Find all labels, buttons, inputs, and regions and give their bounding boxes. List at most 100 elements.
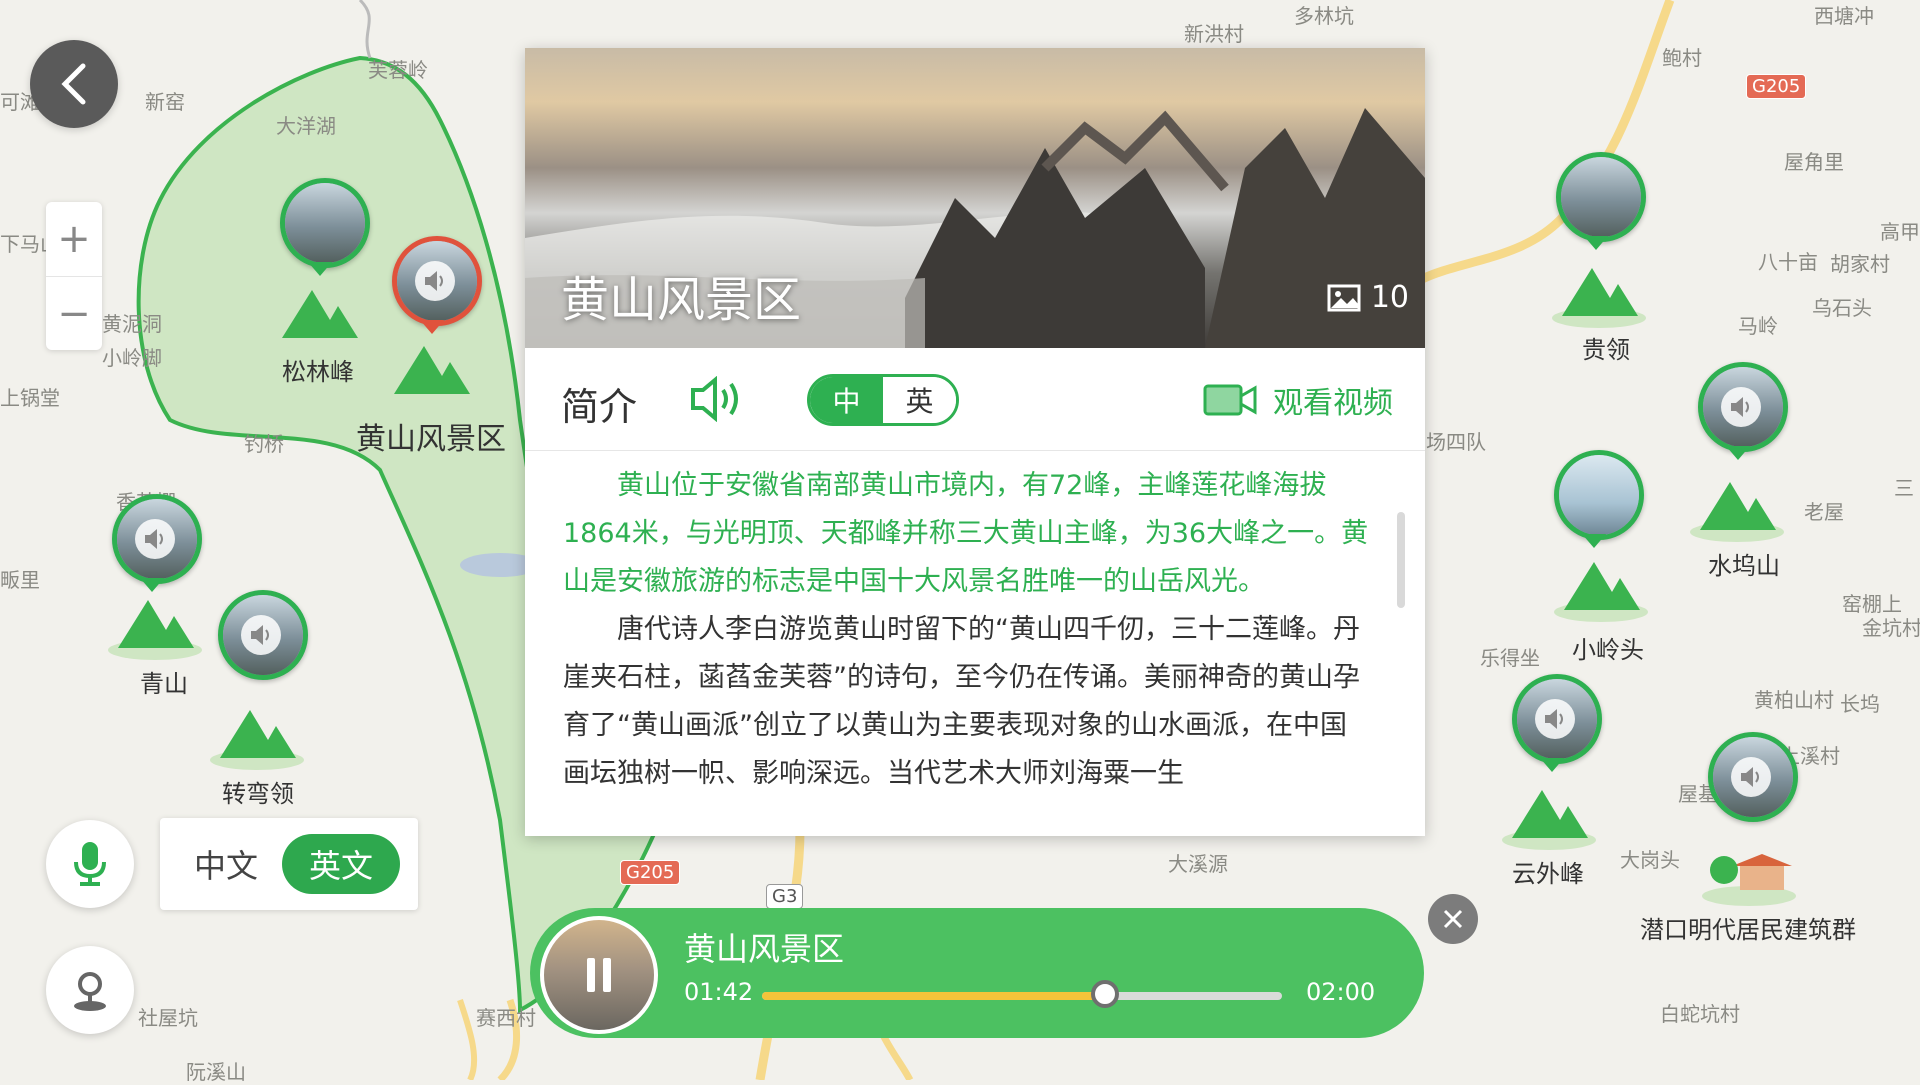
intro-header: 简介 中 英 观看视频 [525,348,1425,451]
intro-paragraph-highlight: 黄山位于安徽省南部黄山市境内，有72峰，主峰莲花峰海拔1864米，与光明顶、天都… [563,470,1369,597]
map-label: 八十亩 [1758,250,1818,274]
map-label: 大洋湖 [276,114,336,138]
player-thumbnail[interactable] [540,916,658,1034]
scenic-title: 黄山风景区 [561,272,802,328]
map-label: 金坑村 [1862,616,1920,640]
progress-bar[interactable] [762,980,1282,1008]
map-label: 新窑 [145,90,185,114]
poi-audio-marker[interactable] [112,494,202,584]
poi-audio-marker[interactable] [1708,732,1798,822]
poi-label: 转弯领 [222,780,294,808]
road-shield: G205 [1746,74,1807,99]
poi-label: 黄山风景区 [356,422,506,457]
watch-video-button[interactable]: 观看视频 [1203,378,1393,422]
poi-photo-marker[interactable] [280,178,370,268]
map-label: 芙蓉岭 [368,58,428,82]
lang-english[interactable]: 英 [883,377,956,423]
building-icon [1702,854,1796,906]
map-label: 老屋 [1804,500,1844,524]
back-button[interactable] [30,40,118,128]
pause-icon[interactable] [587,958,611,992]
microphone-icon [74,842,106,886]
speaker-icon [135,519,175,559]
map-label: 屋角里 [1784,150,1844,174]
map-label: 新洪村 [1184,22,1244,46]
mountain-icon [210,710,304,770]
hero-image[interactable]: 黄山风景区 10 [525,48,1425,348]
map-label: 三 [1894,476,1914,500]
pin-tip [1726,446,1750,460]
poi-label: 贵领 [1582,336,1630,364]
map-label: 小岭脚 [102,346,162,370]
poi-label: 青山 [140,670,188,698]
zoom-control: + − [46,202,102,350]
lang-option-english[interactable]: 英文 [282,834,401,894]
map-label: 赛西村 [476,1006,536,1030]
pin-tip [308,262,332,276]
photo-gallery-button[interactable]: 10 [1327,280,1409,315]
map-label: 社屋坑 [138,1006,198,1030]
poi-label: 水坞山 [1708,552,1780,580]
image-icon [1327,284,1361,311]
map-label: 阮溪山 [186,1060,246,1084]
mountain-icon [108,600,202,660]
speaker-icon[interactable] [689,376,745,422]
total-time: 02:00 [1306,978,1376,1006]
pin-tip [1584,236,1608,250]
current-time: 01:42 [684,978,754,1006]
map-label: 长坞 [1840,692,1880,716]
mountain-icon [272,290,366,350]
poi-label: 潜口明代居民建筑群 [1640,916,1856,944]
poi-audio-marker-active[interactable] [392,236,482,326]
language-toggle[interactable]: 中 英 [807,374,959,426]
speaker-icon [415,261,455,301]
locate-button[interactable] [46,946,134,1034]
zoom-in-button[interactable]: + [46,202,102,277]
poi-photo-marker[interactable] [1556,152,1646,242]
map-label: 多林坑 [1294,4,1354,28]
location-icon [74,972,106,1011]
speaker-icon [1731,757,1771,797]
map-label: 乐得坐 [1480,646,1540,670]
poi-label: 云外峰 [1512,860,1584,888]
map-label: 黄泥洞 [102,312,162,336]
map-label: 场四队 [1426,430,1486,454]
intro-paragraph: 唐代诗人李白游览黄山时留下的“黄山四千仞，三十二莲峰。丹崖夹石柱，菡萏金芙蓉”的… [563,614,1360,789]
lang-option-chinese[interactable]: 中文 [194,841,258,887]
close-player-button[interactable] [1428,894,1478,944]
map-label: 乌石头 [1812,296,1872,320]
progress-knob[interactable] [1091,980,1120,1008]
map-label: 大溪源 [1168,852,1228,876]
mountain-icon [1552,268,1646,328]
speaker-icon [1721,387,1761,427]
mountain-icon [1554,562,1648,622]
map-label: 马岭 [1738,314,1778,338]
road-shield: G205 [620,860,681,885]
audio-player: 黄山风景区 01:42 02:00 [530,908,1424,1038]
scrollbar[interactable] [1397,512,1405,608]
poi-audio-marker[interactable] [218,590,308,680]
lang-chinese[interactable]: 中 [810,377,883,423]
map-label: 钓桥 [244,432,284,456]
voice-button[interactable] [46,820,134,908]
mountain-icon [1502,790,1596,850]
map-label: 黄柏山村 [1754,688,1834,712]
road-shield: G3 [766,884,804,909]
map-label: 胡家村 [1830,252,1890,276]
mountain-icon [384,346,478,406]
chevron-left-icon [61,63,86,105]
speaker-icon [1535,699,1575,739]
poi-audio-marker[interactable] [1698,362,1788,452]
pin-tip [1582,534,1606,548]
mountain-icon [1690,482,1784,542]
poi-audio-marker[interactable] [1512,674,1602,764]
watch-video-label: 观看视频 [1273,386,1393,421]
intro-text-area[interactable]: 黄山位于安徽省南部黄山市境内，有72峰，主峰莲花峰海拔1864米，与光明顶、天都… [525,452,1425,836]
poi-photo-marker[interactable] [1554,450,1644,540]
close-icon [1443,909,1463,929]
map-label: 大岗头 [1620,848,1680,872]
poi-label: 小岭头 [1572,636,1644,664]
video-camera-icon [1203,384,1257,416]
zoom-out-button[interactable]: − [46,277,102,351]
map-label: 高甲 [1880,220,1920,244]
